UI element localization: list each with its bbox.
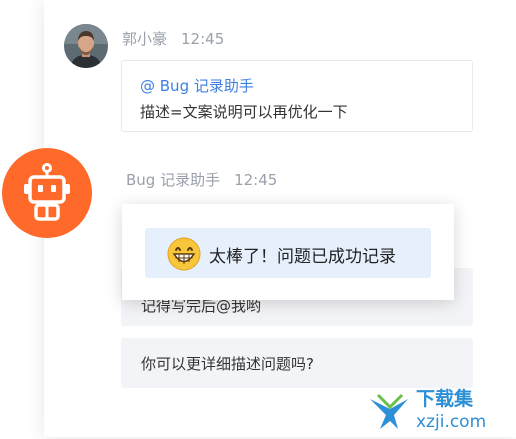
site-logo-icon: 下载集 xzji.com xyxy=(370,387,486,432)
message-text: 描述=文案说明可以再优化一下 xyxy=(140,103,348,121)
bot-message-time: 12:45 xyxy=(234,171,278,189)
bot-name: Bug 记录助手 xyxy=(126,171,221,189)
robot-icon xyxy=(2,148,92,238)
avatar[interactable] xyxy=(64,24,108,68)
message-time: 12:45 xyxy=(181,30,225,48)
user-avatar-image xyxy=(64,24,108,68)
mention-tag[interactable]: @ Bug 记录助手 xyxy=(140,75,254,96)
watermark-url: xzji.com xyxy=(416,412,486,432)
grin-emoji-icon xyxy=(167,237,201,271)
bot-avatar[interactable] xyxy=(2,148,92,238)
watermark-logo: 下载集 xzji.com xyxy=(368,385,516,435)
user-message-bubble: @ Bug 记录助手 描述=文案说明可以再优化一下 xyxy=(121,60,473,132)
sender-name: 郭小豪 xyxy=(122,30,168,48)
bot-message-meta: Bug 记录助手 12:45 xyxy=(126,169,277,190)
success-text: 太棒了！问题已成功记录 xyxy=(209,247,396,267)
success-popup: 太棒了！问题已成功记录 xyxy=(122,204,454,300)
success-banner: 太棒了！问题已成功记录 xyxy=(145,228,431,278)
user-message-meta: 郭小豪 12:45 xyxy=(122,28,224,49)
watermark-cn: 下载集 xyxy=(416,387,474,410)
bot-question-bubble: 你可以更详细描述问题吗? xyxy=(121,338,473,388)
bot-question-text: 你可以更详细描述问题吗? xyxy=(141,355,314,373)
